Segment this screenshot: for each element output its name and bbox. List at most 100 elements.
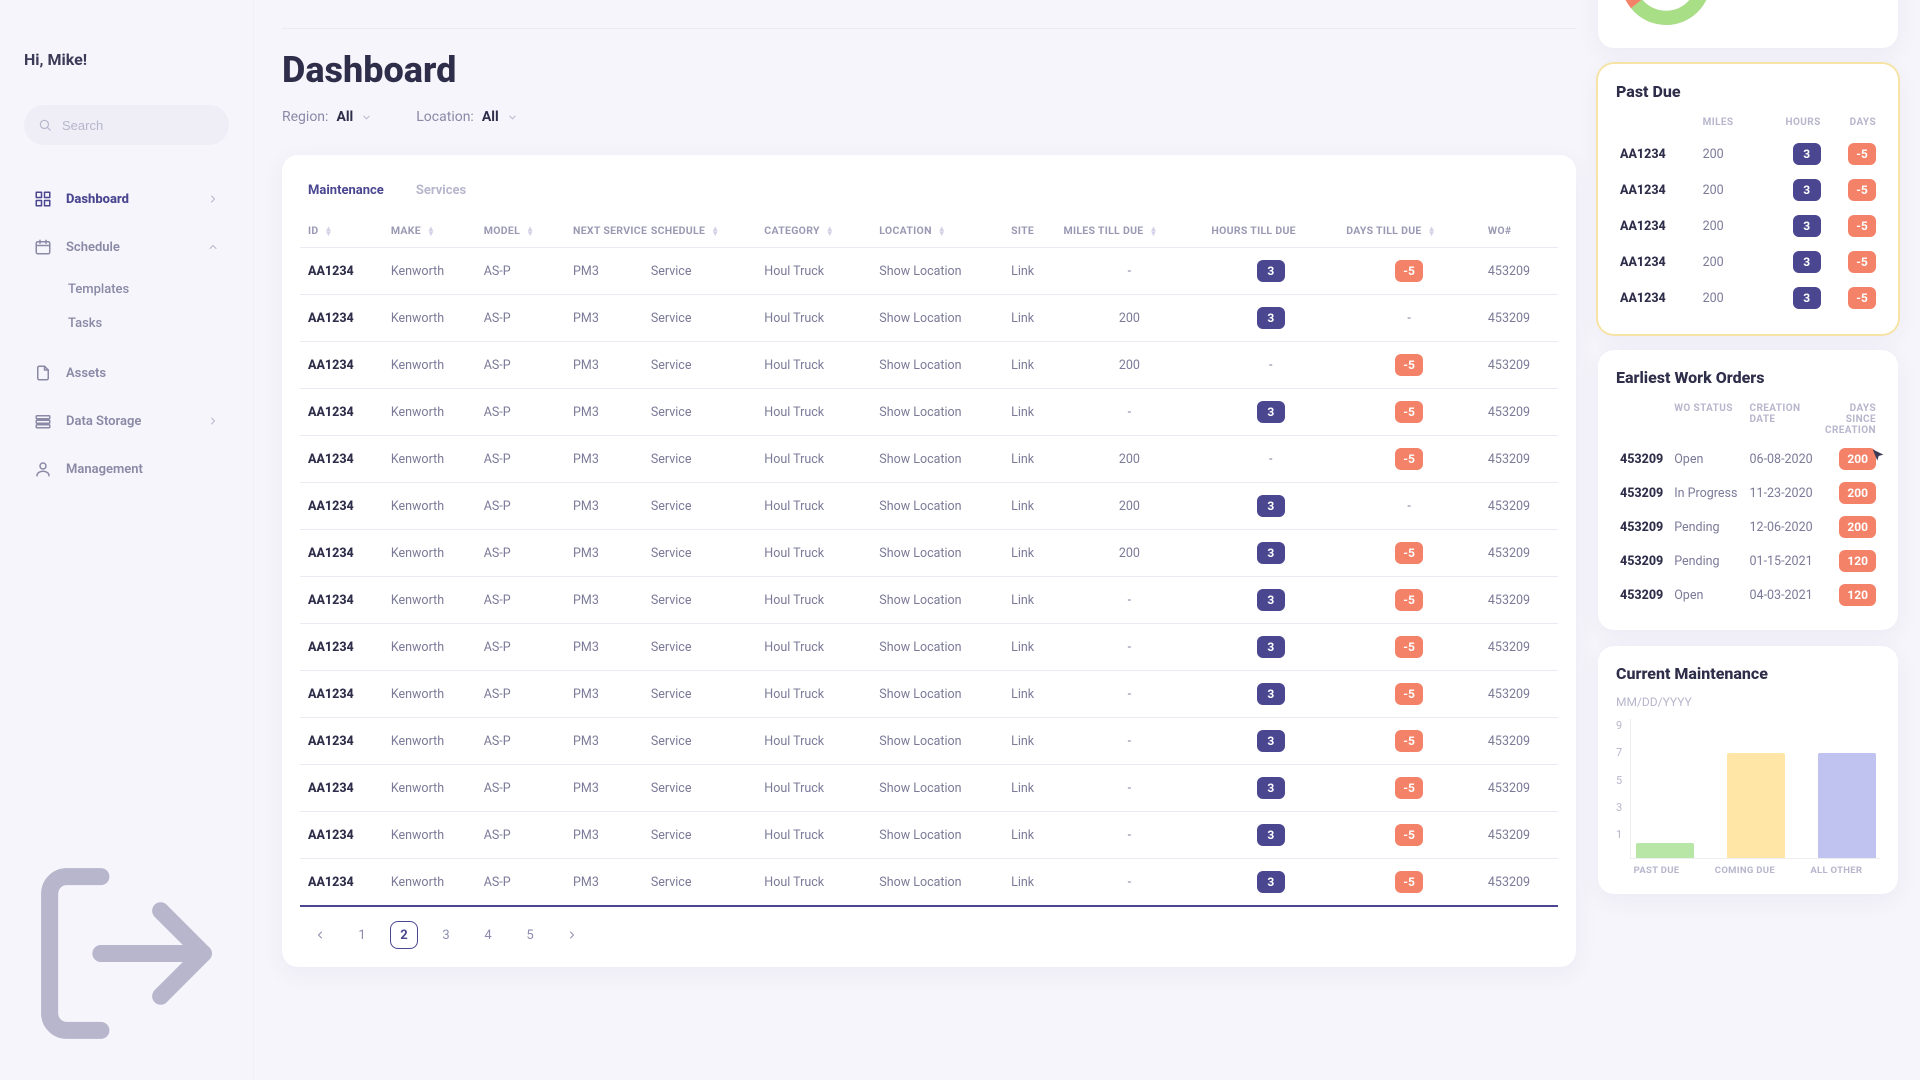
table-row[interactable]: AA1234 Kenworth AS-P PM3 Service Houl Tr… bbox=[300, 530, 1558, 577]
past-due-row[interactable]: AA1234 200 3 -5 bbox=[1616, 280, 1880, 316]
filter-region[interactable]: Region: All bbox=[282, 109, 372, 125]
cell-make: Kenworth bbox=[383, 671, 476, 718]
bar-label: PAST DUE bbox=[1634, 865, 1680, 876]
col-miles[interactable]: MILES TILL DUE▲▼ bbox=[1055, 214, 1203, 248]
col-location[interactable]: LOCATION▲▼ bbox=[871, 214, 1003, 248]
col-site[interactable]: SITE bbox=[1003, 214, 1055, 248]
cell-site-link[interactable]: Link bbox=[1003, 483, 1055, 530]
table-row[interactable]: AA1234 Kenworth AS-P PM3 Service Houl Tr… bbox=[300, 248, 1558, 295]
past-due-row[interactable]: AA1234 200 3 -5 bbox=[1616, 208, 1880, 244]
cell-location-link[interactable]: Show Location bbox=[871, 248, 1003, 295]
cell-location-link[interactable]: Show Location bbox=[871, 577, 1003, 624]
table-row[interactable]: AA1234 Kenworth AS-P PM3 Service Houl Tr… bbox=[300, 389, 1558, 436]
sidebar-item-schedule[interactable]: Schedule bbox=[24, 225, 229, 269]
page-1[interactable]: 1 bbox=[348, 921, 376, 949]
page-prev[interactable] bbox=[306, 921, 334, 949]
past-due-row[interactable]: AA1234 200 3 -5 bbox=[1616, 244, 1880, 280]
col-id[interactable]: ID▲▼ bbox=[300, 214, 383, 248]
page-4[interactable]: 4 bbox=[474, 921, 502, 949]
tab-services[interactable]: Services bbox=[414, 177, 468, 204]
cell-date: 01-15-2021 bbox=[1746, 544, 1821, 578]
cell-days: -5 bbox=[1825, 280, 1880, 316]
col-model[interactable]: MODEL▲▼ bbox=[476, 214, 565, 248]
days-pill: -5 bbox=[1395, 824, 1423, 846]
sidebar-item-templates[interactable]: Templates bbox=[68, 273, 229, 305]
table-row[interactable]: AA1234 Kenworth AS-P PM3 Service Houl Tr… bbox=[300, 624, 1558, 671]
earliest-wo-row[interactable]: 453209 Pending 12-06-2020 200 bbox=[1616, 510, 1880, 544]
page-next[interactable] bbox=[558, 921, 586, 949]
cell-location-link[interactable]: Show Location bbox=[871, 389, 1003, 436]
cell-site-link[interactable]: Link bbox=[1003, 389, 1055, 436]
table-row[interactable]: AA1234 Kenworth AS-P PM3 Service Houl Tr… bbox=[300, 765, 1558, 812]
col-schedule[interactable]: SCHEDULE▲▼ bbox=[643, 214, 756, 248]
filter-location[interactable]: Location: All bbox=[416, 109, 517, 125]
col-category[interactable]: CATEGORY▲▼ bbox=[756, 214, 871, 248]
page-3[interactable]: 3 bbox=[432, 921, 460, 949]
table-row[interactable]: AA1234 Kenworth AS-P PM3 Service Houl Tr… bbox=[300, 342, 1558, 389]
col-make[interactable]: MAKE▲▼ bbox=[383, 214, 476, 248]
cell-site-link[interactable]: Link bbox=[1003, 859, 1055, 907]
logout-icon[interactable] bbox=[24, 1045, 229, 1060]
cell-make: Kenworth bbox=[383, 248, 476, 295]
past-due-row[interactable]: AA1234 200 3 -5 bbox=[1616, 136, 1880, 172]
date-input-placeholder[interactable]: MM/DD/YYYY bbox=[1616, 695, 1880, 709]
cell-make: Kenworth bbox=[383, 624, 476, 671]
col-next-service[interactable]: NEXT SERVICE bbox=[565, 214, 643, 248]
earliest-wo-row[interactable]: 453209 Open 04-03-2021 120 bbox=[1616, 578, 1880, 612]
cell-location-link[interactable]: Show Location bbox=[871, 765, 1003, 812]
sidebar-item-management[interactable]: Management bbox=[24, 447, 229, 491]
cell-miles: 200 bbox=[1699, 172, 1759, 208]
cell-site-link[interactable]: Link bbox=[1003, 718, 1055, 765]
table-row[interactable]: AA1234 Kenworth AS-P PM3 Service Houl Tr… bbox=[300, 483, 1558, 530]
search-input[interactable] bbox=[24, 105, 229, 145]
cell-location-link[interactable]: Show Location bbox=[871, 718, 1003, 765]
sidebar-item-tasks[interactable]: Tasks bbox=[68, 307, 229, 339]
earliest-wo-row[interactable]: 453209 Open 06-08-2020 200 bbox=[1616, 442, 1880, 476]
cell-site-link[interactable]: Link bbox=[1003, 436, 1055, 483]
cell-location-link[interactable]: Show Location bbox=[871, 624, 1003, 671]
cell-next-service: PM3 bbox=[565, 624, 643, 671]
cell-location-link[interactable]: Show Location bbox=[871, 295, 1003, 342]
table-row[interactable]: AA1234 Kenworth AS-P PM3 Service Houl Tr… bbox=[300, 671, 1558, 718]
cell-location-link[interactable]: Show Location bbox=[871, 436, 1003, 483]
cell-location-link[interactable]: Show Location bbox=[871, 859, 1003, 907]
cell-site-link[interactable]: Link bbox=[1003, 577, 1055, 624]
cell-location-link[interactable]: Show Location bbox=[871, 671, 1003, 718]
earliest-wo-row[interactable]: 453209 In Progress 11-23-2020 200 bbox=[1616, 476, 1880, 510]
cell-site-link[interactable]: Link bbox=[1003, 812, 1055, 859]
earliest-wo-row[interactable]: 453209 Pending 01-15-2021 120 bbox=[1616, 544, 1880, 578]
cell-since: 200 bbox=[1821, 442, 1880, 476]
sidebar-item-data-storage[interactable]: Data Storage bbox=[24, 399, 229, 443]
col-wo[interactable]: WO# bbox=[1480, 214, 1558, 248]
cell-id: AA1234 bbox=[1616, 136, 1699, 172]
cell-site-link[interactable]: Link bbox=[1003, 624, 1055, 671]
chevron-right-icon bbox=[207, 415, 219, 427]
page-5[interactable]: 5 bbox=[516, 921, 544, 949]
cell-location-link[interactable]: Show Location bbox=[871, 812, 1003, 859]
table-row[interactable]: AA1234 Kenworth AS-P PM3 Service Houl Tr… bbox=[300, 859, 1558, 907]
cell-site-link[interactable]: Link bbox=[1003, 342, 1055, 389]
table-row[interactable]: AA1234 Kenworth AS-P PM3 Service Houl Tr… bbox=[300, 577, 1558, 624]
sidebar-item-assets[interactable]: Assets bbox=[24, 351, 229, 395]
col-hours[interactable]: HOURS TILL DUE bbox=[1203, 214, 1338, 248]
table-row[interactable]: AA1234 Kenworth AS-P PM3 Service Houl Tr… bbox=[300, 812, 1558, 859]
cell-site-link[interactable]: Link bbox=[1003, 765, 1055, 812]
table-row[interactable]: AA1234 Kenworth AS-P PM3 Service Houl Tr… bbox=[300, 295, 1558, 342]
cell-location-link[interactable]: Show Location bbox=[871, 483, 1003, 530]
page-2[interactable]: 2 bbox=[390, 921, 418, 949]
cell-site-link[interactable]: Link bbox=[1003, 530, 1055, 577]
cell-location-link[interactable]: Show Location bbox=[871, 342, 1003, 389]
col-days[interactable]: DAYS TILL DUE▲▼ bbox=[1338, 214, 1480, 248]
past-due-table: MILES HOURS DAYS AA1234 200 3 -5AA1234 2… bbox=[1616, 113, 1880, 316]
past-due-row[interactable]: AA1234 200 3 -5 bbox=[1616, 172, 1880, 208]
cell-location-link[interactable]: Show Location bbox=[871, 530, 1003, 577]
cell-site-link[interactable]: Link bbox=[1003, 295, 1055, 342]
sidebar-item-dashboard[interactable]: Dashboard bbox=[24, 177, 229, 221]
tab-maintenance[interactable]: Maintenance bbox=[306, 177, 386, 204]
cell-site-link[interactable]: Link bbox=[1003, 248, 1055, 295]
col-hours: HOURS bbox=[1758, 113, 1824, 136]
table-row[interactable]: AA1234 Kenworth AS-P PM3 Service Houl Tr… bbox=[300, 718, 1558, 765]
earliest-wo-table: WO STATUS CREATION DATE DAYS SINCE CREAT… bbox=[1616, 399, 1880, 612]
cell-site-link[interactable]: Link bbox=[1003, 671, 1055, 718]
table-row[interactable]: AA1234 Kenworth AS-P PM3 Service Houl Tr… bbox=[300, 436, 1558, 483]
